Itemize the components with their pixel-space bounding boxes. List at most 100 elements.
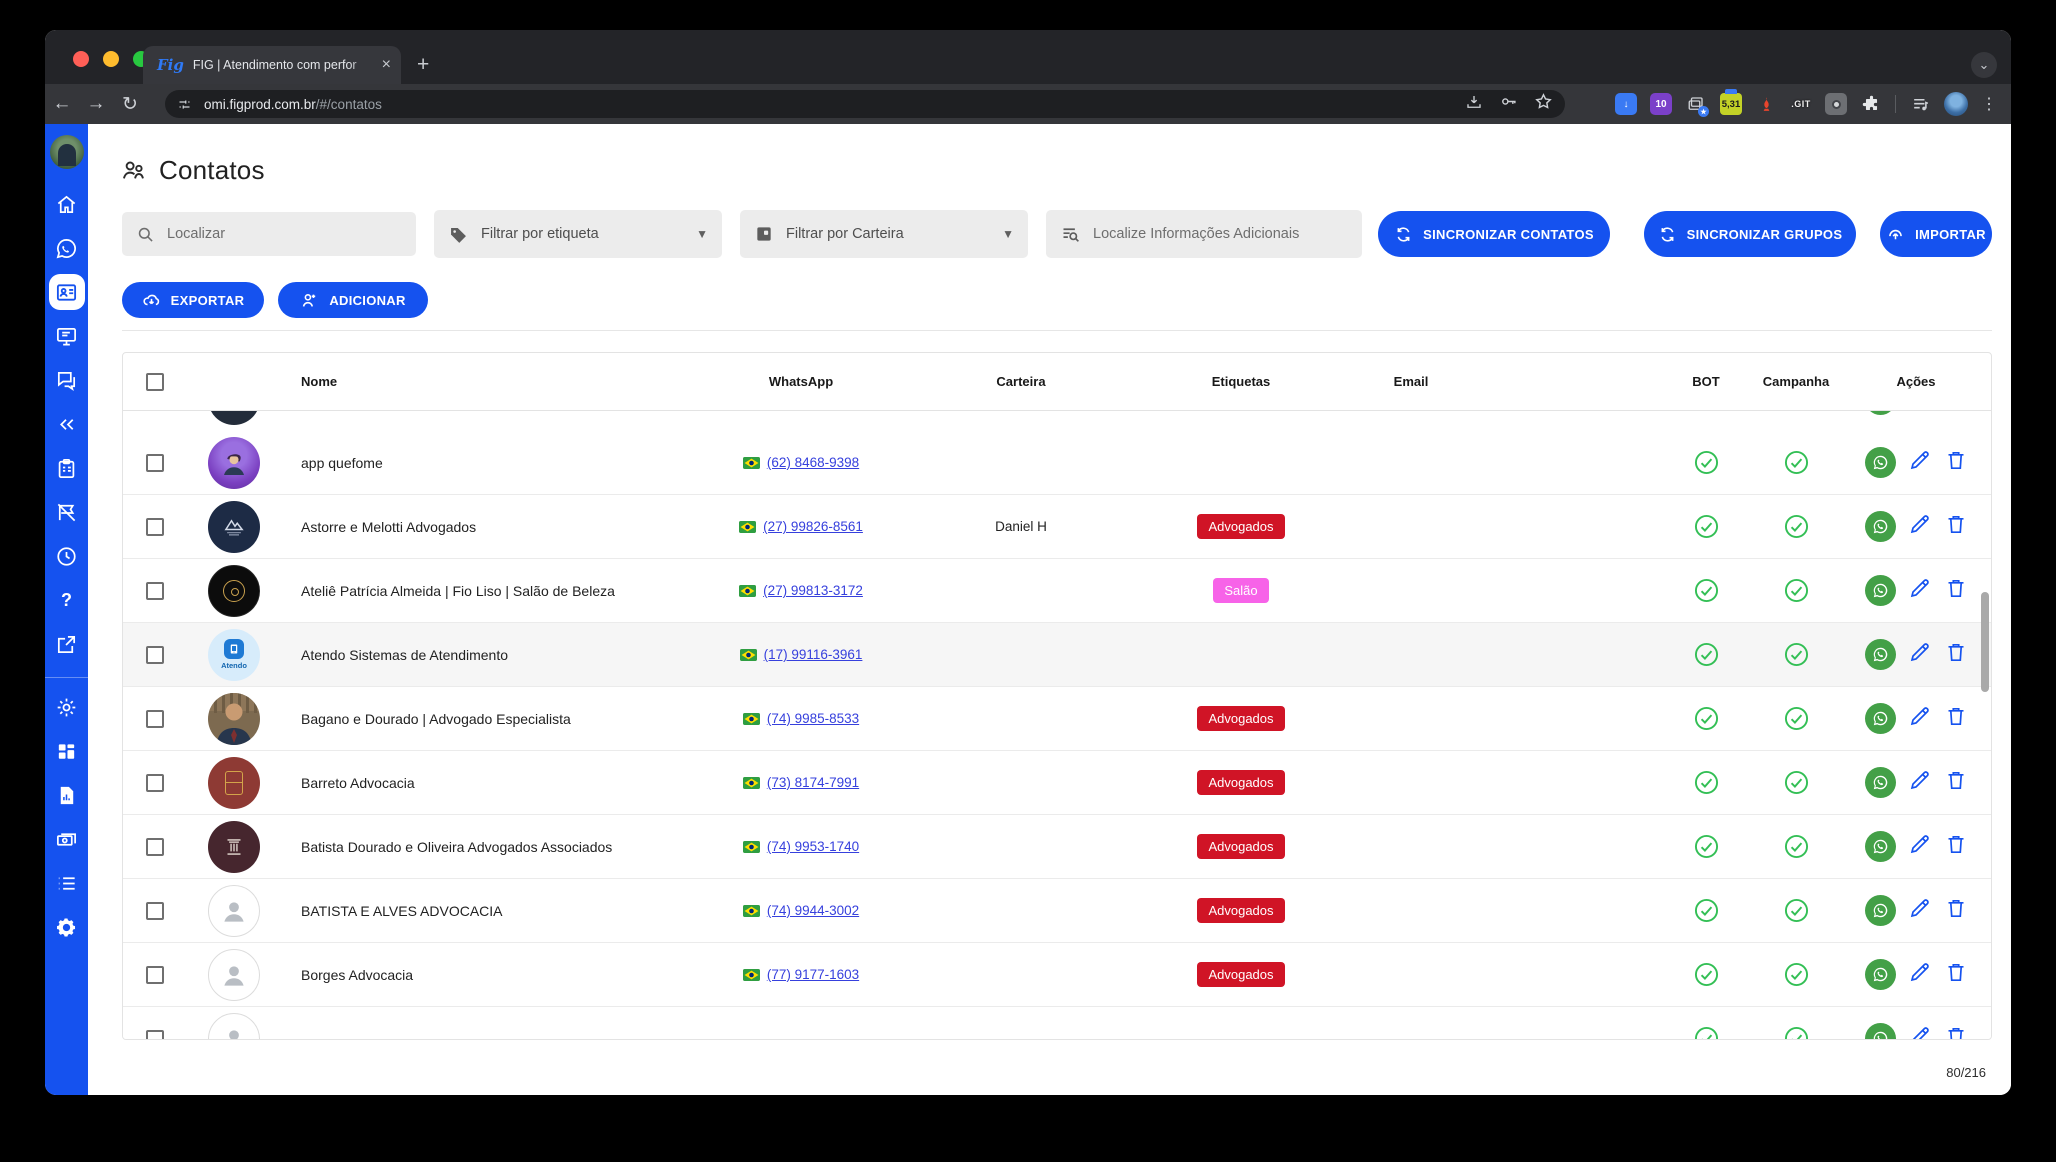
row-checkbox[interactable]	[146, 774, 164, 792]
profile-avatar[interactable]	[1944, 92, 1968, 116]
forward-button[interactable]: →	[79, 93, 113, 115]
sidebar-item-report[interactable]	[54, 782, 80, 808]
import-button[interactable]: IMPORTAR	[1880, 211, 1992, 257]
export-button[interactable]: EXPORTAR	[122, 282, 264, 318]
delete-button[interactable]	[1944, 640, 1968, 669]
row-checkbox[interactable]	[146, 582, 164, 600]
select-all-checkbox[interactable]	[146, 373, 164, 391]
sidebar-item-dashboard[interactable]	[54, 738, 80, 764]
sidebar-item-chat[interactable]	[54, 367, 80, 393]
row-checkbox[interactable]	[146, 710, 164, 728]
edit-button[interactable]	[1908, 512, 1932, 541]
row-checkbox[interactable]	[146, 902, 164, 920]
browser-tab[interactable]: Fig FIG | Atendimento com perfor ×	[143, 46, 401, 84]
row-checkbox[interactable]	[146, 454, 164, 472]
sidebar-item-monitor-chat[interactable]	[54, 323, 80, 349]
site-settings-icon[interactable]	[177, 97, 192, 112]
whatsapp-link[interactable]: (27) 99813-3172	[739, 583, 863, 598]
delete-button[interactable]	[1944, 411, 1968, 414]
sidebar-item-message-slash[interactable]	[54, 499, 80, 525]
edit-button[interactable]	[1908, 448, 1932, 477]
whatsapp-link[interactable]: (77) 9177-1603	[743, 967, 859, 982]
row-checkbox[interactable]	[146, 966, 164, 984]
whatsapp-link[interactable]: (74) 9985-8533	[743, 711, 859, 726]
minimize-window-button[interactable]	[103, 51, 119, 67]
edit-button[interactable]	[1908, 960, 1932, 989]
extensions-puzzle-icon[interactable]	[1860, 93, 1882, 115]
edit-button[interactable]	[1908, 1024, 1932, 1040]
open-whatsapp-button[interactable]	[1865, 767, 1896, 798]
sidebar-item-clipboard[interactable]	[54, 455, 80, 481]
red-flame-extension-icon[interactable]	[1755, 93, 1777, 115]
install-icon[interactable]	[1465, 93, 1483, 116]
row-checkbox[interactable]	[146, 1030, 164, 1041]
reload-button[interactable]: ↻	[113, 93, 147, 116]
git-extension-icon[interactable]: .GIT	[1790, 93, 1812, 115]
delete-button[interactable]	[1944, 704, 1968, 733]
sidebar-item-gear-solid[interactable]	[54, 914, 80, 940]
filter-etiqueta-select[interactable]: Filtrar por etiqueta ▼	[434, 210, 722, 258]
open-whatsapp-button[interactable]	[1865, 959, 1896, 990]
additional-info-input[interactable]: Localize Informações Adicionais	[1046, 210, 1362, 258]
password-key-icon[interactable]	[1499, 92, 1518, 116]
menu-kebab-icon[interactable]: ⋮	[1981, 94, 1997, 114]
sync-groups-button[interactable]: SINCRONIZAR GRUPOS	[1644, 211, 1856, 257]
open-whatsapp-button[interactable]	[1865, 895, 1896, 926]
download-extension-icon[interactable]: ↓	[1615, 93, 1637, 115]
tab-search-button[interactable]: ⌄	[1971, 52, 1997, 78]
row-checkbox[interactable]	[146, 646, 164, 664]
delete-button[interactable]	[1944, 896, 1968, 925]
delete-button[interactable]	[1944, 768, 1968, 797]
edit-button[interactable]	[1908, 896, 1932, 925]
tab-close-icon[interactable]: ×	[382, 56, 391, 74]
whatsapp-link[interactable]: (73) 8174-7991	[743, 775, 859, 790]
edit-button[interactable]	[1908, 832, 1932, 861]
sidebar-item-whatsapp[interactable]	[54, 235, 80, 261]
sidebar-item-money[interactable]	[54, 826, 80, 852]
camera-extension-icon[interactable]	[1825, 93, 1847, 115]
delete-button[interactable]	[1944, 512, 1968, 541]
sidebar-item-external-link[interactable]	[54, 631, 80, 657]
window-star-extension-icon[interactable]: ★	[1685, 93, 1707, 115]
sidebar-item-list[interactable]	[54, 870, 80, 896]
sidebar-item-reply-all[interactable]	[54, 411, 80, 437]
back-button[interactable]: ←	[45, 93, 79, 115]
edit-button[interactable]	[1908, 704, 1932, 733]
delete-button[interactable]	[1944, 448, 1968, 477]
sidebar-item-clock[interactable]	[54, 543, 80, 569]
delete-button[interactable]	[1944, 576, 1968, 605]
price-badge-extension-icon[interactable]: 5,31	[1720, 93, 1742, 115]
new-tab-button[interactable]: +	[417, 54, 429, 75]
open-whatsapp-button[interactable]	[1865, 831, 1896, 862]
open-whatsapp-button[interactable]	[1865, 703, 1896, 734]
edit-button[interactable]	[1908, 411, 1932, 414]
whatsapp-link[interactable]: (17) 99116-3961	[740, 647, 863, 662]
edit-button[interactable]	[1908, 576, 1932, 605]
sync-contacts-button[interactable]: SINCRONIZAR CONTATOS	[1378, 211, 1610, 257]
delete-button[interactable]	[1944, 832, 1968, 861]
user-avatar[interactable]	[50, 135, 84, 169]
row-checkbox[interactable]	[146, 518, 164, 536]
delete-button[interactable]	[1944, 960, 1968, 989]
address-bar[interactable]: omi.figprod.com.br/#/contatos	[165, 90, 1565, 118]
filter-carteira-select[interactable]: Filtrar por Carteira ▼	[740, 210, 1028, 258]
whatsapp-link[interactable]: (74) 9953-1740	[743, 839, 859, 854]
row-checkbox[interactable]	[146, 838, 164, 856]
sidebar-item-contacts[interactable]	[49, 274, 85, 310]
edit-button[interactable]	[1908, 640, 1932, 669]
sidebar-item-home[interactable]	[54, 191, 80, 217]
whatsapp-link[interactable]: (62) 8468-9398	[743, 455, 859, 470]
sidebar-item-help[interactable]: ?	[54, 587, 80, 613]
table-scrollbar-thumb[interactable]	[1981, 592, 1989, 692]
whatsapp-link[interactable]: (27) 99826-8561	[739, 519, 863, 534]
media-panel-icon[interactable]	[1909, 93, 1931, 115]
delete-button[interactable]	[1944, 1024, 1968, 1040]
edit-button[interactable]	[1908, 768, 1932, 797]
open-whatsapp-button[interactable]	[1865, 1023, 1896, 1040]
sidebar-item-gear[interactable]	[54, 694, 80, 720]
purple-extension-icon[interactable]: 10	[1650, 93, 1672, 115]
bookmark-star-icon[interactable]	[1534, 92, 1553, 116]
add-contact-button[interactable]: ADICIONAR	[278, 282, 428, 318]
open-whatsapp-button[interactable]	[1865, 575, 1896, 606]
open-whatsapp-button[interactable]	[1865, 411, 1896, 415]
